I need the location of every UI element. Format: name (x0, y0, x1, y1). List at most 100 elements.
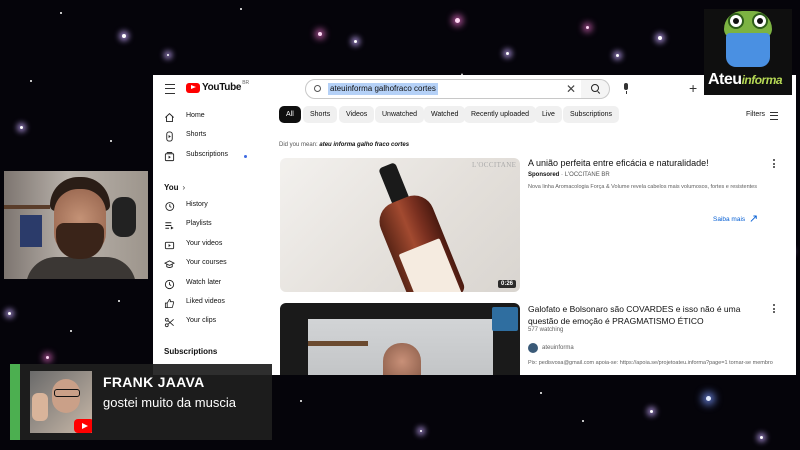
star (240, 8, 242, 10)
filters-button[interactable]: Filters (746, 111, 765, 118)
flower-pot (726, 33, 770, 67)
chevron-right-icon: › (182, 183, 186, 192)
scissors-icon (164, 317, 174, 328)
sidebar-item-label: Home (186, 112, 205, 119)
logo-text-secondary: informa (741, 73, 783, 87)
you-section-title: You (164, 183, 179, 192)
chat-author-name: FRANK JAAVA (103, 374, 205, 390)
webcam-feed (4, 171, 148, 279)
star (658, 36, 662, 40)
did-you-mean-suggestion[interactable]: ateu informa galho fraco cortes (319, 142, 409, 148)
microphone-icon[interactable] (624, 83, 628, 94)
video-thumbnail[interactable] (280, 303, 520, 375)
menu-icon[interactable] (165, 84, 175, 94)
playlists-icon (165, 222, 174, 230)
video-title[interactable]: Galofato e Bolsonaro são COVARDES e isso… (528, 303, 768, 327)
star (706, 396, 711, 401)
video-description: Pix: pedisvosa@gmail.com apoia-se: https… (528, 360, 773, 366)
history-icon (165, 202, 175, 211)
clear-icon[interactable]: ✕ (566, 81, 576, 97)
background-shelf (4, 205, 50, 209)
home-icon (165, 113, 174, 122)
ad-meta: Sponsored · L'OCCITANE BR (528, 172, 610, 178)
create-icon[interactable]: + (689, 79, 697, 97)
background-shelf (308, 341, 368, 346)
avatar (30, 371, 92, 433)
channel-badge (492, 307, 518, 331)
channel-avatar[interactable] (528, 343, 538, 353)
your-videos-icon (164, 241, 175, 250)
subscriptions-icon (164, 152, 175, 162)
external-link-icon[interactable]: ↗ (749, 213, 758, 225)
chip-subscriptions[interactable]: Subscriptions (563, 106, 620, 123)
youtube-icon (74, 419, 92, 433)
new-content-dot (244, 155, 247, 158)
youtube-window: YouTube BR ateuinforma galhofraco cortes… (153, 75, 796, 375)
video-frame (308, 319, 493, 375)
logo-text: Ateuinforma (708, 71, 783, 89)
mouse-cursor (459, 73, 465, 79)
chat-message-card: FRANK JAAVA gostei muito da muscia (10, 364, 272, 440)
chip-live[interactable]: Live (535, 106, 562, 123)
sidebar-item-label: Subscriptions (186, 151, 229, 158)
sidebar-item-label: Your clips (186, 317, 217, 324)
video-watching-count: 577 watching (528, 327, 564, 333)
star (354, 40, 357, 43)
star (760, 436, 763, 439)
sidebar-item-label: Playlists (186, 220, 212, 227)
sidebar-item-label: Shorts (186, 131, 207, 138)
video-duration: 0:26 (497, 280, 516, 288)
saiba-mais-button[interactable]: Saiba mais (713, 216, 745, 223)
chip-recently-uploaded[interactable]: Recently uploaded (464, 106, 536, 123)
chat-accent-bar (10, 364, 20, 440)
logo-text-main: Ateu (708, 71, 742, 88)
frog-eye (728, 13, 744, 29)
advertiser-name: L'OCCITANE BR (564, 172, 610, 178)
star (420, 430, 422, 432)
youtube-logo-text: YouTube (202, 82, 242, 93)
youtube-logo[interactable]: YouTube BR (186, 80, 249, 93)
clock-icon (164, 279, 175, 290)
did-you-mean-prefix: Did you mean: (279, 142, 318, 148)
sidebar-item-label: History (186, 201, 208, 208)
ad-title[interactable]: A união perfeita entre eficácia e natura… (528, 158, 768, 168)
chip-shorts[interactable]: Shorts (303, 106, 338, 123)
star (540, 392, 542, 394)
filters-icon[interactable] (770, 112, 778, 120)
you-section-header[interactable]: You › (164, 183, 185, 192)
chip-all[interactable]: All (279, 106, 301, 123)
ad-more-options-icon[interactable] (773, 159, 775, 170)
star (506, 52, 509, 55)
avatar-glasses (54, 389, 80, 397)
search-button[interactable] (581, 79, 610, 99)
star (46, 356, 49, 359)
background-poster (20, 215, 42, 247)
star (70, 330, 72, 332)
chip-unwatched[interactable]: Unwatched (375, 106, 425, 123)
sidebar-item-label: Your courses (186, 259, 227, 266)
subscriptions-section-header: Subscriptions (164, 347, 218, 356)
ad-description: Nova linha Aromacologia Força & Volume r… (528, 184, 757, 190)
video-more-options-icon[interactable] (773, 304, 775, 315)
chat-message-text: gostei muito da muscia (103, 395, 236, 410)
star (300, 400, 302, 402)
frog-eye (752, 13, 768, 29)
sidebar-item-label: Liked videos (186, 298, 225, 305)
avatar-hand (32, 393, 48, 421)
courses-icon (164, 260, 175, 268)
brand-mark: L'OCCITANE (472, 161, 517, 169)
star (318, 32, 322, 36)
star (650, 410, 653, 413)
chip-videos[interactable]: Videos (339, 106, 375, 123)
sponsored-label: Sponsored (528, 172, 560, 178)
chip-watched[interactable]: Watched (424, 106, 466, 123)
magnifier-icon (591, 84, 599, 92)
channel-name[interactable]: ateuinforma (542, 345, 574, 351)
channel-logo: Ateuinforma (704, 9, 792, 95)
star (60, 12, 62, 14)
search-icon (314, 85, 321, 92)
thumbs-up-icon (164, 298, 175, 309)
search-input[interactable]: ateuinforma galhofraco cortes (328, 83, 438, 95)
ad-thumbnail[interactable]: L'OCCITANE 0:26 (280, 158, 520, 292)
search-box[interactable]: ateuinforma galhofraco cortes ✕ (305, 79, 583, 99)
